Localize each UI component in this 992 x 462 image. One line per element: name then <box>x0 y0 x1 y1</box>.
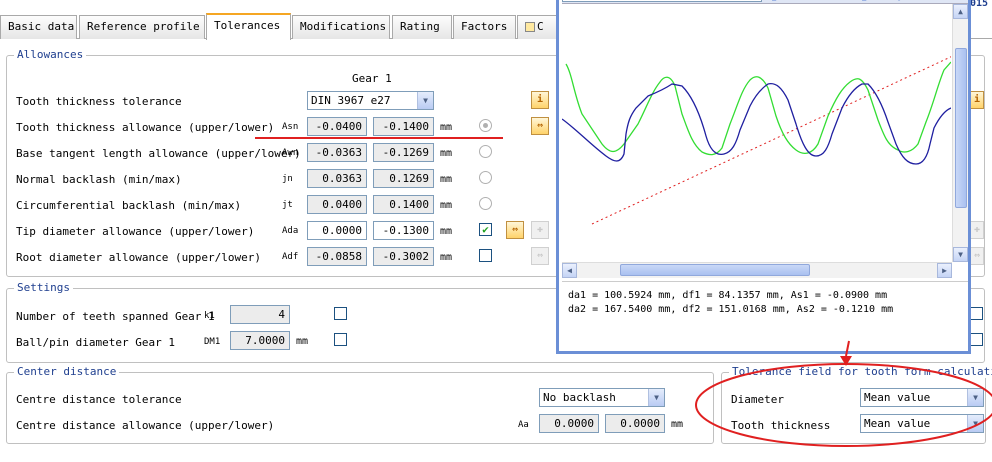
annotation-arrow <box>845 340 850 357</box>
annotation-ellipse <box>695 363 992 447</box>
annotation-overlay <box>695 340 992 447</box>
